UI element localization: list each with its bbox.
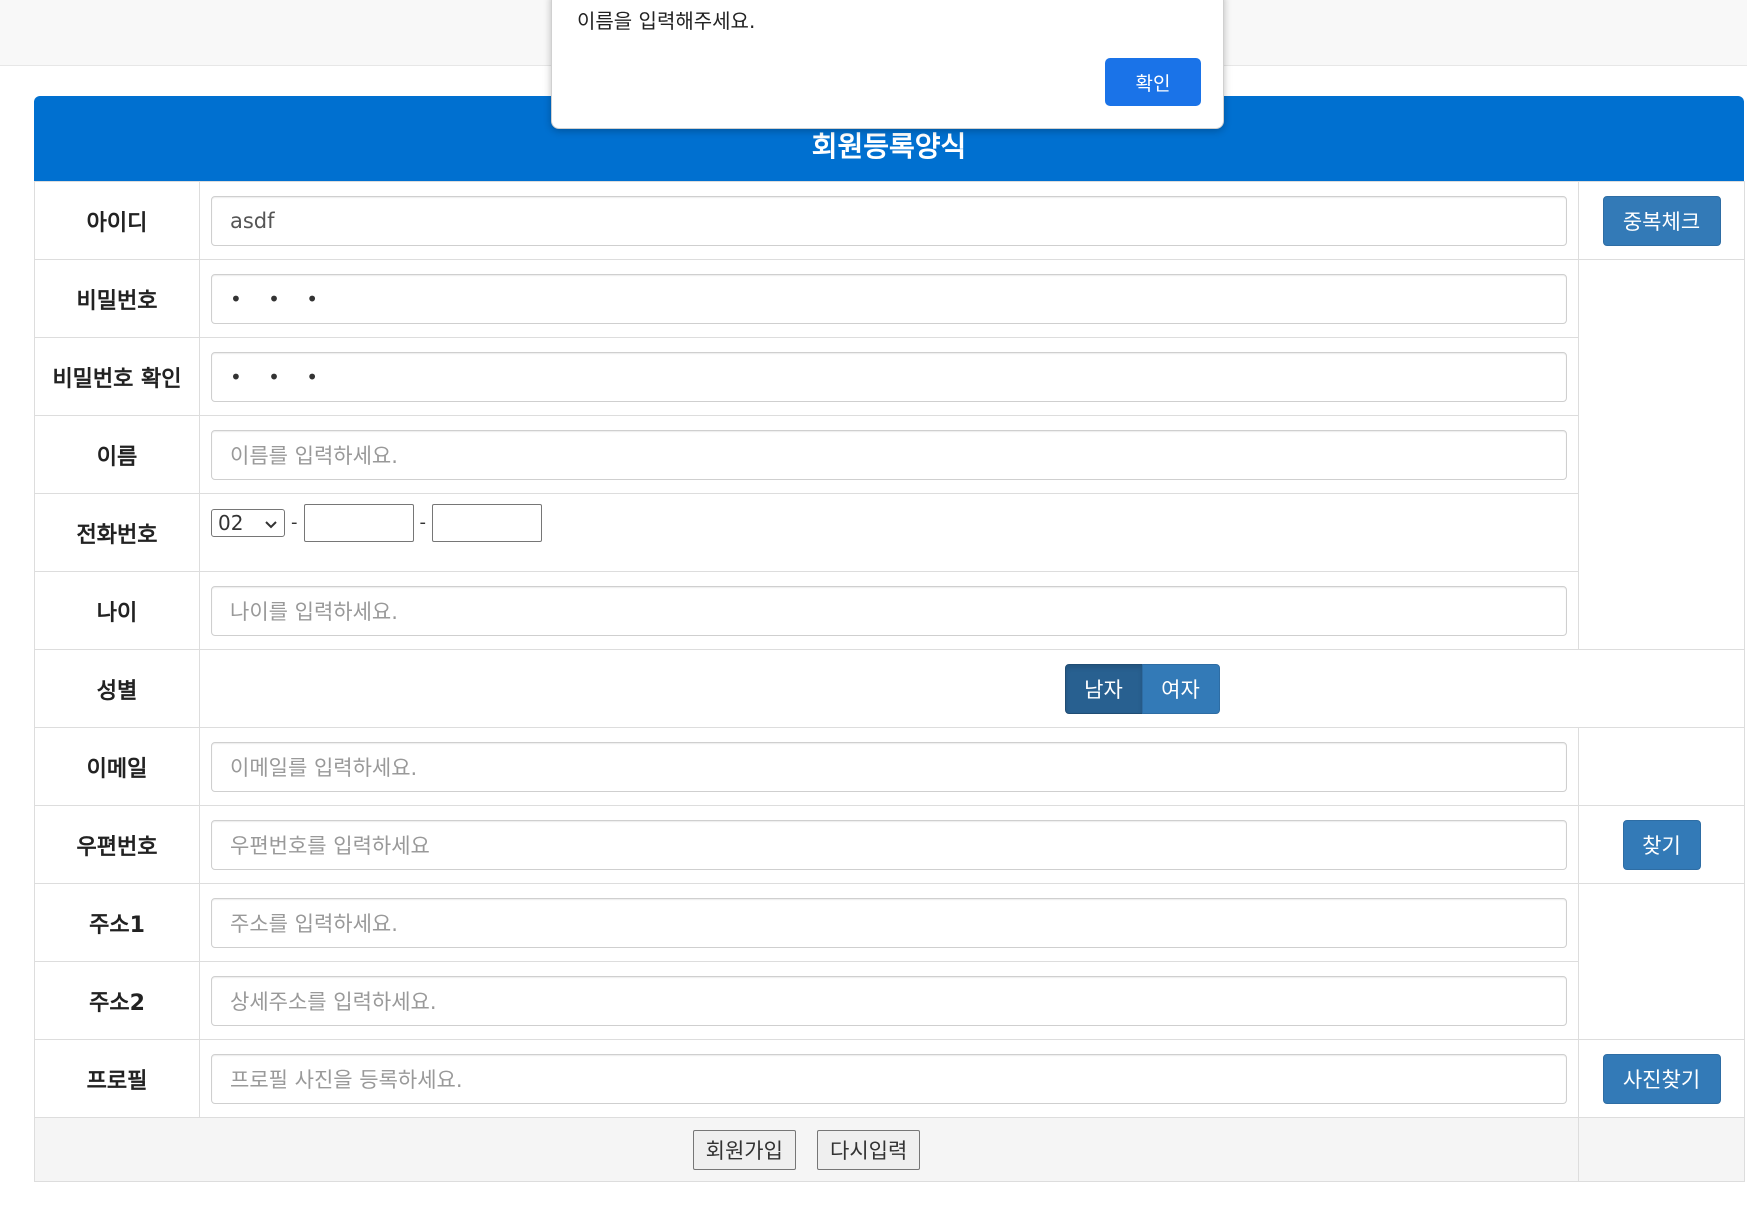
name-input[interactable]: 이름를 입력하세요. [211, 429, 1567, 480]
gender-male-button[interactable]: 남자 [1064, 663, 1143, 714]
address1-input[interactable]: 주소를 입력하세요. [211, 897, 1567, 948]
email-label: 이메일 [34, 727, 200, 806]
phone-separator: - [291, 512, 298, 533]
row-name: 이름 이름를 입력하세요. [34, 415, 1745, 494]
password-confirm-input[interactable]: • • • [211, 351, 1567, 402]
alert-message: 이름을 입력해주세요. [577, 9, 756, 33]
row-email: 이메일 이메일를 입력하세요. [34, 727, 1745, 806]
phone-middle-input[interactable] [303, 503, 414, 542]
row-actions: 회원가입 다시입력 [34, 1117, 1745, 1182]
address1-label: 주소1 [34, 883, 200, 962]
phone-group: 02 - - [211, 503, 1567, 542]
profile-input[interactable]: 프로필 사진을 등록하세요. [211, 1053, 1567, 1104]
phone-last-input[interactable] [432, 503, 542, 542]
gender-female-button[interactable]: 여자 [1141, 663, 1220, 714]
row-phone: 전화번호 02 - - [34, 493, 1745, 572]
id-label: 아이디 [34, 181, 200, 260]
email-input[interactable]: 이메일를 입력하세요. [211, 741, 1567, 792]
row-zipcode: 우편번호 우편번호를 입력하세요 찾기 [34, 805, 1745, 884]
gender-label: 성별 [34, 649, 200, 728]
alert-dialog: 이름을 입력해주세요. 확인 [551, 0, 1224, 129]
phone-label: 전화번호 [34, 493, 200, 572]
photo-find-button[interactable]: 사진찾기 [1602, 1053, 1721, 1104]
phone-separator: - [419, 512, 427, 533]
password-confirm-label: 비밀번호 확인 [34, 337, 200, 416]
row-address1: 주소1 주소를 입력하세요. [34, 883, 1745, 1040]
row-password: 비밀번호 • • • [34, 259, 1745, 650]
row-address2: 주소2 상세주소를 입력하세요. [34, 961, 1745, 1040]
zipcode-label: 우편번호 [34, 805, 200, 884]
age-label: 나이 [34, 571, 200, 650]
zipcode-input[interactable]: 우편번호를 입력하세요 [211, 819, 1567, 870]
submit-button[interactable]: 회원가입 [692, 1129, 796, 1170]
row-id: 아이디 asdf 중복체크 [34, 181, 1745, 260]
address2-input[interactable]: 상세주소를 입력하세요. [211, 975, 1567, 1026]
dup-check-button[interactable]: 중복체크 [1602, 195, 1721, 246]
row-age: 나이 나이를 입력하세요. [34, 571, 1745, 650]
registration-panel: 회원등록양식 아이디 asdf 중복체크 비밀번호 • • • 비밀번호 확인 … [34, 96, 1745, 1182]
profile-label: 프로필 [34, 1039, 200, 1118]
row-gender: 성별 남자 여자 [34, 649, 1745, 728]
address2-label: 주소2 [34, 961, 200, 1040]
registration-form-table: 아이디 asdf 중복체크 비밀번호 • • • 비밀번호 확인 • • • 이… [34, 181, 1745, 1182]
id-input[interactable]: asdf [211, 195, 1567, 246]
zipcode-find-button[interactable]: 찾기 [1622, 819, 1701, 870]
alert-ok-button[interactable]: 확인 [1105, 58, 1201, 106]
name-label: 이름 [34, 415, 200, 494]
password-label: 비밀번호 [34, 259, 200, 338]
row-password-confirm: 비밀번호 확인 • • • [34, 337, 1745, 416]
phone-prefix-select[interactable]: 02 [211, 508, 285, 537]
password-input[interactable]: • • • [211, 273, 1567, 324]
gender-toggle-group: 남자 여자 [200, 663, 1744, 714]
row-profile: 프로필 프로필 사진을 등록하세요. 사진찾기 [34, 1039, 1745, 1118]
phone-prefix-value: 02 [218, 510, 244, 535]
chevron-down-icon [264, 511, 278, 535]
reset-button[interactable]: 다시입력 [817, 1129, 921, 1170]
age-input[interactable]: 나이를 입력하세요. [211, 585, 1567, 636]
